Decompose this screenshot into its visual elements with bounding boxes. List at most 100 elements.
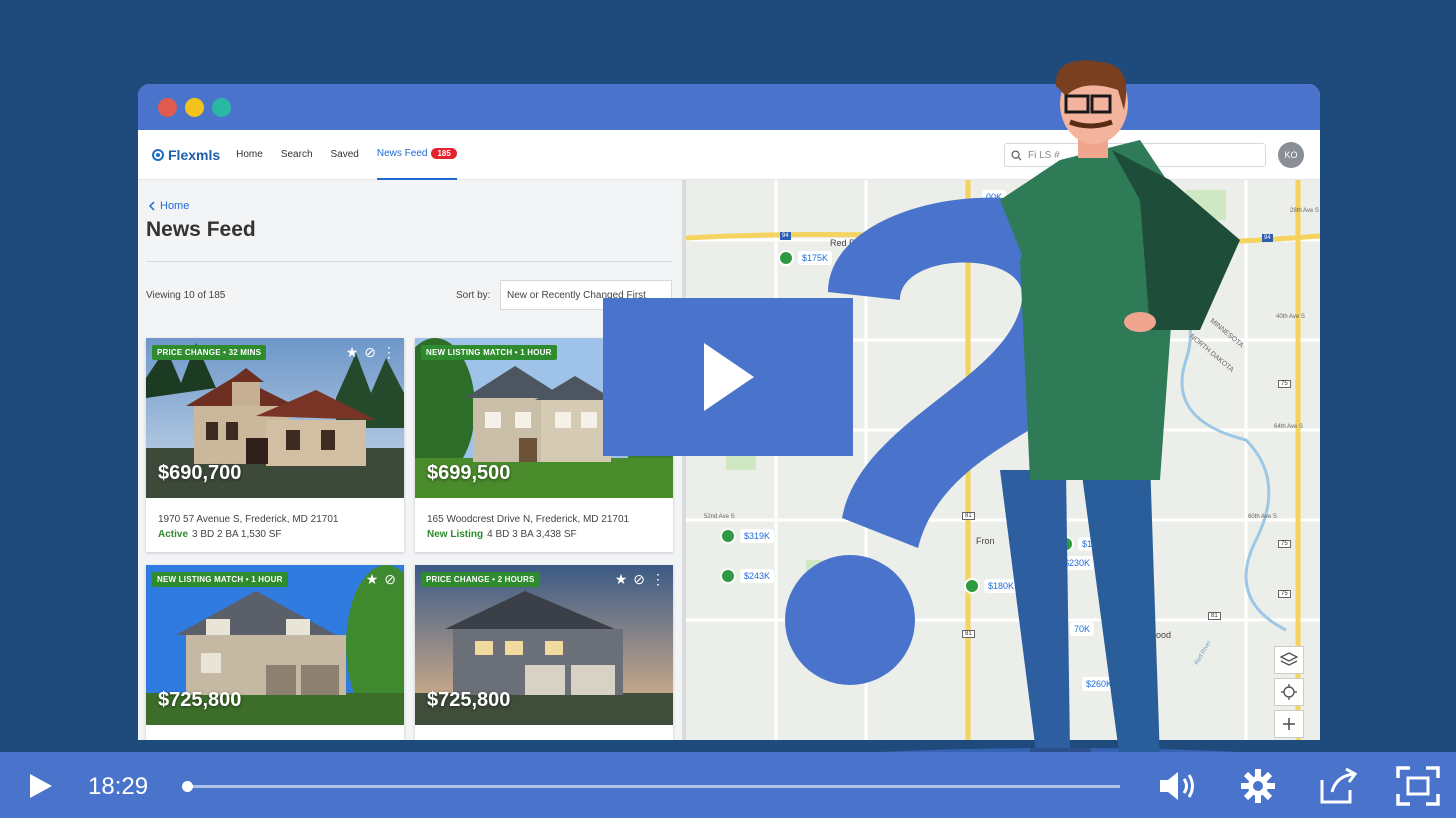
- map-label: 60th Ave S: [1248, 514, 1277, 520]
- play-button[interactable]: [26, 772, 54, 800]
- flexmls-logo[interactable]: Flexmls: [152, 147, 220, 163]
- map-pin-price: $182: [1078, 537, 1107, 551]
- layers-icon: [1280, 652, 1298, 666]
- title-divider: [146, 261, 672, 262]
- map-pin-price[interactable]: 70K: [1070, 622, 1095, 636]
- listing-details: 4 BD 3 BA 3,438 SF: [487, 529, 577, 540]
- route-shield: 81: [962, 512, 975, 520]
- map-pin-price[interactable]: $230K: [1060, 556, 1095, 570]
- star-icon[interactable]: ★: [366, 571, 379, 588]
- viewing-count: Viewing 10 of 185: [146, 290, 226, 301]
- route-shield: 81: [1208, 612, 1221, 620]
- listing-tag: PRICE CHANGE • 32 MINS: [152, 345, 267, 360]
- fullscreen-icon[interactable]: [1396, 766, 1440, 806]
- map-label: Red R: [830, 238, 856, 248]
- star-icon[interactable]: ★: [615, 571, 628, 588]
- window-close-dot: [158, 97, 177, 117]
- share-icon[interactable]: [1316, 766, 1360, 806]
- map-pin-price: $319K: [740, 529, 775, 543]
- window-titlebar: [138, 84, 1320, 130]
- hide-icon[interactable]: ⊘: [364, 344, 376, 361]
- more-options-icon[interactable]: ⋮: [382, 344, 396, 361]
- map-pin[interactable]: $175K: [778, 250, 833, 266]
- volume-icon[interactable]: [1156, 766, 1200, 806]
- route-shield: 75: [1278, 540, 1291, 548]
- route-shield: 75: [1278, 590, 1291, 598]
- map-pin[interactable]: $182: [1058, 536, 1107, 552]
- search-input[interactable]: Fi LS #: [1004, 143, 1266, 167]
- nav-news-feed[interactable]: News Feed 185: [376, 130, 457, 180]
- more-options-icon[interactable]: ⋮: [651, 571, 665, 588]
- listing-tag: PRICE CHANGE • 2 HOURS: [421, 572, 540, 587]
- map-pin[interactable]: $243K: [720, 568, 775, 584]
- search-placeholder: Fi LS #: [1028, 149, 1060, 161]
- breadcrumb[interactable]: Home: [148, 200, 189, 212]
- listing-card[interactable]: NEW LISTING MATCH • 1 HOUR ★ ⊘ $725,800: [146, 565, 404, 740]
- nav-search[interactable]: Search: [281, 130, 313, 180]
- map-label: ood: [1156, 630, 1172, 640]
- listing-status: New Listing: [427, 529, 484, 540]
- locate-button[interactable]: [1274, 678, 1304, 706]
- news-feed-panel: Home News Feed Viewing 10 of 185 Sort by…: [138, 180, 682, 740]
- map-label: Fron: [976, 536, 995, 546]
- map-label: 40th Ave S: [1276, 314, 1305, 320]
- top-navbar: Flexmls Home Search Saved News Feed 185 …: [138, 130, 1320, 180]
- hide-icon[interactable]: ⊘: [633, 571, 645, 588]
- map-pin[interactable]: $180K: [964, 578, 1019, 594]
- play-icon: [704, 343, 754, 411]
- listing-meta: New Listing 4 BD 3 BA 3,438 SF: [427, 527, 661, 542]
- listing-meta: Active 3 BD 2 BA 1,530 SF: [158, 527, 392, 542]
- map-label: 64th Ave S: [1274, 424, 1303, 430]
- map-controls: [1274, 646, 1304, 738]
- video-play-overlay[interactable]: [603, 298, 853, 456]
- window-maximize-dot: [212, 97, 231, 117]
- listing-card[interactable]: PRICE CHANGE • 2 HOURS ★ ⊘ ⋮ $725,800: [415, 565, 673, 740]
- listing-price: $725,800: [427, 689, 511, 711]
- listing-price: $725,800: [158, 689, 242, 711]
- listing-tag: NEW LISTING MATCH • 1 HOUR: [152, 572, 288, 587]
- listing-price: $690,700: [158, 462, 242, 484]
- map-pin-price: $180K: [984, 579, 1019, 593]
- route-shield: 75: [1278, 380, 1291, 388]
- nav-saved[interactable]: Saved: [331, 130, 359, 180]
- card-actions: ★ ⊘ ⋮: [346, 344, 396, 361]
- layers-button[interactable]: [1274, 646, 1304, 674]
- sort-label: Sort by:: [456, 290, 491, 301]
- playback-time: 18:29: [88, 773, 149, 800]
- window-minimize-dot: [185, 97, 204, 117]
- map-view[interactable]: $175K $319K $243K $180K $182 $230K 70K $…: [686, 180, 1320, 740]
- map-pin-price[interactable]: 00K: [982, 190, 1007, 204]
- nav-home[interactable]: Home: [236, 130, 263, 180]
- map-pin[interactable]: $319K: [720, 528, 775, 544]
- map-pin-price[interactable]: $260K: [1082, 677, 1117, 691]
- home-marker-icon: [778, 250, 794, 266]
- settings-gear-icon[interactable]: [1236, 766, 1280, 806]
- route-shield: 94: [1262, 234, 1273, 242]
- plus-icon: [1283, 718, 1295, 730]
- nav-news-feed-label: News Feed: [376, 148, 428, 159]
- map-label: 52nd Ave S: [704, 514, 735, 520]
- breadcrumb-home: Home: [160, 200, 190, 212]
- video-controls-bar: 18:29: [0, 752, 1456, 818]
- listing-details: 3 BD 2 BA 1,530 SF: [192, 529, 282, 540]
- chevron-left-icon: [148, 201, 155, 211]
- crosshair-icon: [1281, 684, 1297, 700]
- user-avatar[interactable]: KO: [1278, 142, 1304, 168]
- hide-icon[interactable]: ⊘: [384, 571, 396, 588]
- card-actions: ★ ⊘ ⋮: [615, 571, 665, 588]
- progress-handle[interactable]: [181, 781, 193, 792]
- listing-info: 165 Woodcrest Drive N, Frederick, MD 217…: [415, 498, 673, 552]
- listing-card[interactable]: PRICE CHANGE • 32 MINS ★ ⊘ ⋮ $690,700 19…: [146, 338, 404, 552]
- progress-track[interactable]: [181, 781, 1120, 792]
- listing-photo[interactable]: PRICE CHANGE • 2 HOURS ★ ⊘ ⋮ $725,800: [415, 565, 673, 725]
- map-pin-price: $243K: [740, 569, 775, 583]
- card-actions: ★ ⊘: [366, 571, 396, 588]
- home-marker-icon: [720, 568, 736, 584]
- map-pin-price: $175K: [798, 251, 833, 265]
- star-icon[interactable]: ★: [346, 344, 359, 361]
- search-icon: [1011, 149, 1022, 161]
- zoom-in-button[interactable]: [1274, 710, 1304, 738]
- listing-photo[interactable]: NEW LISTING MATCH • 1 HOUR ★ ⊘ $725,800: [146, 565, 404, 725]
- listing-photo[interactable]: PRICE CHANGE • 32 MINS ★ ⊘ ⋮ $690,700: [146, 338, 404, 498]
- home-marker-icon: [964, 578, 980, 594]
